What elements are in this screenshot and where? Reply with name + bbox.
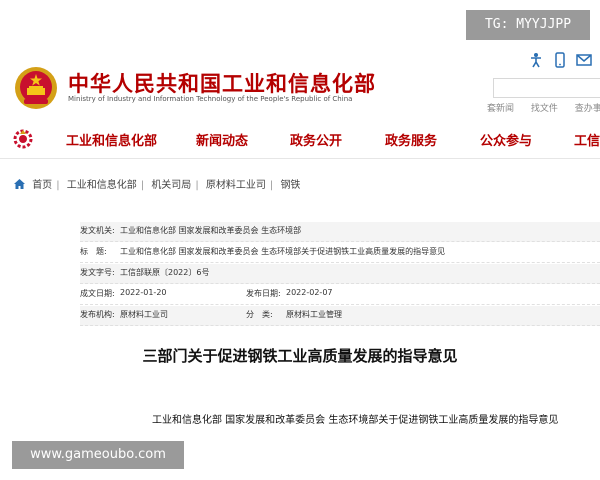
info-row-issuer: 发文机关: 工业和信息化部 国家发展和改革委员会 生态环境部 [80,222,600,242]
quick-link-news[interactable]: 套新闻 [487,104,514,114]
docno-value: 工信部联原〔2022〕6号 [120,268,210,277]
site-title[interactable]: 中华人民共和国工业和信息化部 [68,68,376,98]
breadcrumb-home[interactable]: 首页 [32,180,52,191]
breadcrumb-separator: | [56,180,60,191]
breadcrumb-departments[interactable]: 机关司局 [151,180,191,191]
nav-divider [0,158,600,159]
breadcrumb-separator: | [269,180,274,191]
national-emblem-icon[interactable] [14,66,58,110]
breadcrumb-miit[interactable]: 工业和信息化部 [67,180,137,191]
site-title-english: Ministry of Industry and Information Tec… [68,95,353,103]
quick-link-services[interactable]: 查办事 [575,104,600,114]
title-label: 标 题: [80,247,107,256]
nav-item-news[interactable]: 新闻动态 [196,130,248,149]
mobile-icon[interactable] [552,52,568,68]
title-value: 工业和信息化部 国家发展和改革委员会 生态环境部关于促进钢铁工业高质量发展的指导… [120,247,446,256]
accessibility-icon[interactable] [528,52,544,68]
info-row-dates: 成文日期: 2022-01-20 发布日期: 2022-02-07 [80,285,600,305]
tg-watermark-badge: TG: MYYJJPP [466,10,590,40]
nav-item-public-info[interactable]: 政务公开 [290,130,342,149]
published-value: 2022-02-07 [286,288,333,297]
breadcrumb-separator: | [195,180,199,191]
breadcrumb: 首页 | 工业和信息化部 | 机关司局 | 原材料工业司 | 钢铁 [14,176,300,191]
site-watermark-badge: www.gameoubo.com [12,441,184,469]
breadcrumb-separator: | [140,180,145,191]
document-info-table: 发文机关: 工业和信息化部 国家发展和改革委员会 生态环境部 标 题: 工业和信… [80,222,600,326]
info-row-org: 发布机构: 原材料工业司 分 类: 原材料工业管理 [80,306,600,326]
published-label: 发布日期: [246,289,281,298]
created-value: 2022-01-20 [120,288,167,297]
org-value: 原材料工业司 [120,310,168,319]
quick-link-files[interactable]: 找文件 [531,104,558,114]
mail-icon[interactable] [576,52,592,68]
org-label: 发布机构: [80,310,115,319]
breadcrumb-steel[interactable]: 钢铁 [280,180,300,191]
docno-label: 发文字号: [80,268,115,277]
nav-item-more[interactable]: 工信 [574,130,600,149]
category-label: 分 类: [246,310,273,319]
info-row-title: 标 题: 工业和信息化部 国家发展和改革委员会 生态环境部关于促进钢铁工业高质量… [80,243,600,263]
category-value: 原材料工业管理 [286,310,342,319]
header-tools [528,52,600,70]
breadcrumb-raw-materials[interactable]: 原材料工业司 [206,180,266,191]
issuer-value: 工业和信息化部 国家发展和改革委员会 生态环境部 [120,226,302,235]
quick-links: 套新闻 找文件 查办事 [487,101,600,115]
article-subtitle: 工业和信息化部 国家发展和改革委员会 生态环境部关于促进钢铁工业高质量发展的指导… [152,415,559,426]
gear-logo-icon[interactable] [12,128,34,150]
home-icon [14,179,25,189]
nav-item-miit[interactable]: 工业和信息化部 [66,130,157,149]
created-label: 成文日期: [80,289,115,298]
info-row-docno: 发文字号: 工信部联原〔2022〕6号 [80,264,600,284]
nav-item-services[interactable]: 政务服务 [385,130,437,149]
search-input[interactable] [493,78,600,98]
issuer-label: 发文机关: [80,226,115,235]
nav-item-participation[interactable]: 公众参与 [480,130,532,149]
article-title: 三部门关于促进钢铁工业高质量发展的指导意见 [142,347,458,365]
